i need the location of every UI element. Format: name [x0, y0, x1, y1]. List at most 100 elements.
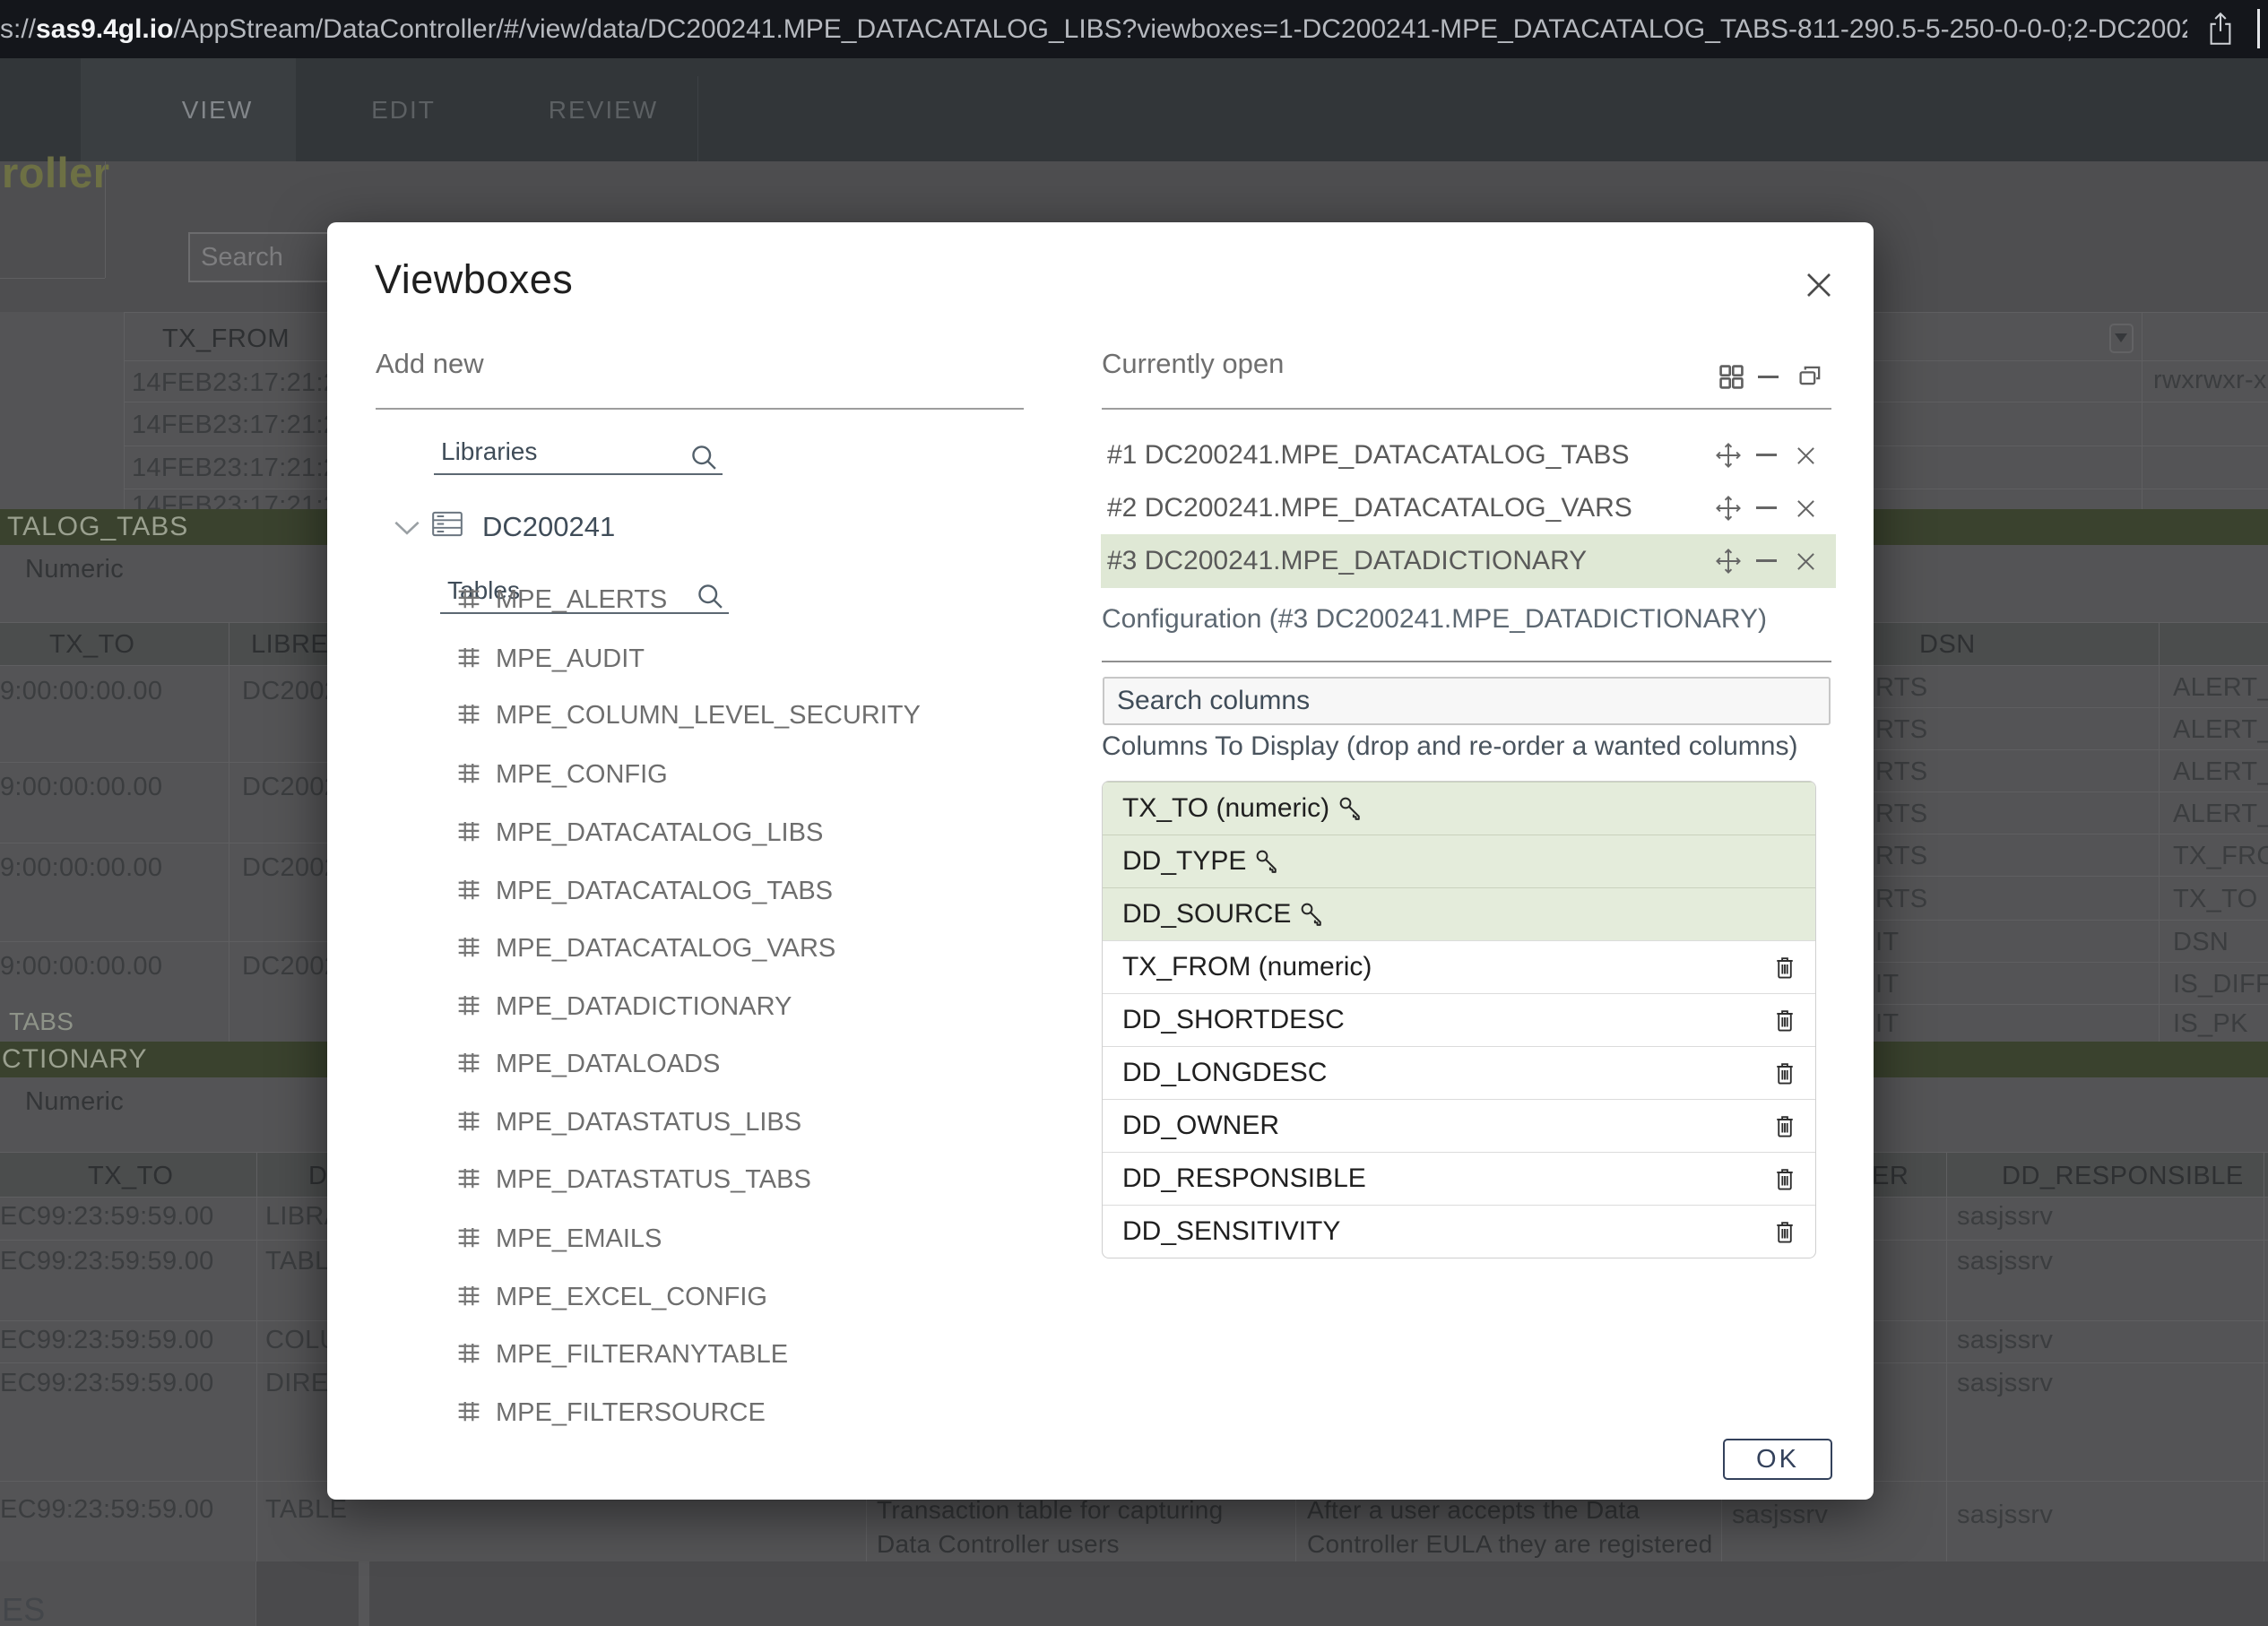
column-row-dd-longdesc[interactable]: DD_LONGDESC: [1103, 1046, 1815, 1099]
table-icon: [454, 1224, 484, 1254]
table-option-label: MPE_ALERTS: [496, 585, 667, 615]
table-cell: 9:00:00:00.00: [0, 952, 162, 982]
column-row-tx-from[interactable]: TX_FROM (numeric): [1103, 940, 1815, 993]
app-header: roller VIEW EDIT REVIEW: [0, 58, 2268, 161]
column-header-dsn: DSN: [1919, 630, 1976, 660]
column-header-tx-to: TX_TO: [88, 1162, 173, 1191]
chevron-down-icon[interactable]: [393, 520, 421, 537]
library-icon: [430, 509, 464, 539]
minimize-icon[interactable]: [1756, 559, 1777, 562]
column-row-dd-responsible[interactable]: DD_RESPONSIBLE: [1103, 1152, 1815, 1205]
table-cell: EC99:23:59:59.00: [0, 1369, 214, 1398]
filter-dropdown-icon[interactable]: [2109, 324, 2134, 353]
table-option-label: MPE_DATASTATUS_LIBS: [496, 1108, 801, 1137]
ok-button[interactable]: OK: [1723, 1439, 1832, 1480]
viewbox3-header-label: CTIONARY: [2, 1042, 147, 1077]
column-row-dd-type[interactable]: DD_TYPE: [1103, 835, 1815, 887]
table-cell: RTS: [1875, 885, 1927, 914]
minimize-icon[interactable]: [1756, 506, 1777, 509]
dialog-title: Viewboxes: [375, 256, 573, 303]
url-domain: sas9.4gl.io: [36, 14, 173, 44]
column-row-dd-sensitivity[interactable]: DD_SENSITIVITY: [1103, 1205, 1815, 1258]
trash-icon[interactable]: [1772, 954, 1797, 982]
move-icon[interactable]: [1714, 441, 1743, 470]
trash-icon[interactable]: [1772, 1007, 1797, 1034]
close-icon[interactable]: [1796, 551, 1816, 572]
column-row-tx-to[interactable]: TX_TO (numeric): [1103, 782, 1815, 835]
partial-label-es: ES: [2, 1591, 46, 1626]
table-option-label: MPE_DATALOADS: [496, 1050, 720, 1079]
column-header-dd-responsible: DD_RESPONSIBLE: [2002, 1162, 2244, 1191]
table-cell: sasjssrv: [1957, 1501, 2053, 1530]
table-option-label: MPE_DATACATALOG_VARS: [496, 934, 835, 964]
table-option-label: MPE_EXCEL_CONFIG: [496, 1283, 767, 1312]
column-row-dd-owner[interactable]: DD_OWNER: [1103, 1099, 1815, 1152]
trash-icon[interactable]: [1772, 1165, 1797, 1193]
trash-icon[interactable]: [1772, 1112, 1797, 1140]
restore-layout-icon[interactable]: [1796, 363, 1823, 390]
tab-review[interactable]: REVIEW: [523, 58, 684, 161]
libraries-search-input[interactable]: [434, 436, 723, 475]
table-cell: RTS: [1875, 715, 1927, 745]
move-icon[interactable]: [1714, 494, 1743, 523]
table-cell: IT: [1875, 970, 1899, 999]
column-row-dd-source[interactable]: DD_SOURCE: [1103, 887, 1815, 940]
gridline: [1874, 749, 2268, 750]
numeric-filter-label: Numeric: [25, 1087, 124, 1117]
gridline: [1946, 1152, 1947, 1561]
open-viewbox-2[interactable]: #2 DC200241.MPE_DATACATALOG_VARS: [1101, 481, 1836, 534]
move-icon[interactable]: [1714, 547, 1743, 575]
open-viewbox-1[interactable]: #1 DC200241.MPE_DATACATALOG_TABS: [1101, 428, 1836, 481]
table-icon: [454, 1164, 484, 1195]
gridline: [256, 1152, 257, 1561]
tab-view[interactable]: VIEW: [139, 58, 296, 161]
browser-address-bar[interactable]: s://sas9.4gl.io/AppStream/DataController…: [0, 0, 2268, 58]
table-cell-permissions: rwxrwxr-x: [2153, 366, 2267, 395]
table-cell: TX_TO: [2173, 885, 2257, 914]
column-row-dd-shortdesc[interactable]: DD_SHORTDESC: [1103, 993, 1815, 1046]
table-icon: [454, 1339, 484, 1370]
close-icon[interactable]: [1796, 445, 1816, 466]
table-option-label: MPE_FILTERANYTABLE: [496, 1340, 788, 1370]
close-icon[interactable]: [1796, 498, 1816, 519]
table-option-label: MPE_FILTERSOURCE: [496, 1398, 766, 1428]
scrollbar[interactable]: [359, 1561, 369, 1626]
table-cell: TX_FROM: [2173, 842, 2268, 871]
close-icon[interactable]: [1805, 271, 1833, 299]
share-icon[interactable]: [2207, 11, 2234, 47]
column-label: DD_OWNER: [1122, 1111, 1279, 1140]
column-header-partial: ER: [1872, 1162, 1909, 1191]
tree-node-library[interactable]: DC200241: [482, 511, 615, 543]
table-cell: RTS: [1875, 842, 1927, 871]
search-columns-input[interactable]: [1103, 677, 1831, 725]
table-icon: [454, 817, 484, 848]
table-icon: [454, 759, 484, 790]
table-cell: 9:00:00:00.00: [0, 853, 162, 883]
minimize-all-icon[interactable]: [1758, 376, 1779, 378]
tab-edit[interactable]: EDIT: [323, 58, 484, 161]
key-icon: [1298, 900, 1325, 927]
table-cell: ALERT_EVEN: [2173, 715, 2268, 745]
viewbox1-header-label: TALOG_TABS: [7, 509, 188, 545]
gridline: [1874, 876, 2268, 877]
tile-layout-icon[interactable]: [1718, 363, 1745, 391]
trash-icon[interactable]: [1772, 1059, 1797, 1087]
column-label: DD_SOURCE: [1122, 899, 1291, 929]
table-option-label: MPE_AUDIT: [496, 644, 645, 674]
table-cell: ALERT_USER: [2173, 800, 2268, 829]
open-viewbox-label: #2 DC200241.MPE_DATACATALOG_VARS: [1107, 481, 1632, 534]
search-icon: [694, 580, 726, 612]
column-label: DD_RESPONSIBLE: [1122, 1163, 1366, 1193]
trash-icon[interactable]: [1772, 1218, 1797, 1246]
column-header-tx-from: TX_FROM: [124, 324, 328, 354]
table-cell: sasjssrv: [1957, 1369, 2053, 1398]
table-icon: [454, 933, 484, 964]
minimize-icon[interactable]: [1756, 454, 1777, 456]
table-icon: [454, 644, 484, 674]
table-icon: [454, 876, 484, 906]
table-option-label: MPE_COLUMN_LEVEL_SECURITY: [496, 701, 921, 731]
open-viewbox-3-selected[interactable]: #3 DC200241.MPE_DATADICTIONARY: [1101, 534, 1836, 588]
divider: [1102, 408, 1831, 410]
columns-to-display-heading: Columns To Display (drop and re-order a …: [1102, 731, 1797, 762]
url-text: s://sas9.4gl.io/AppStream/DataController…: [0, 0, 2187, 58]
